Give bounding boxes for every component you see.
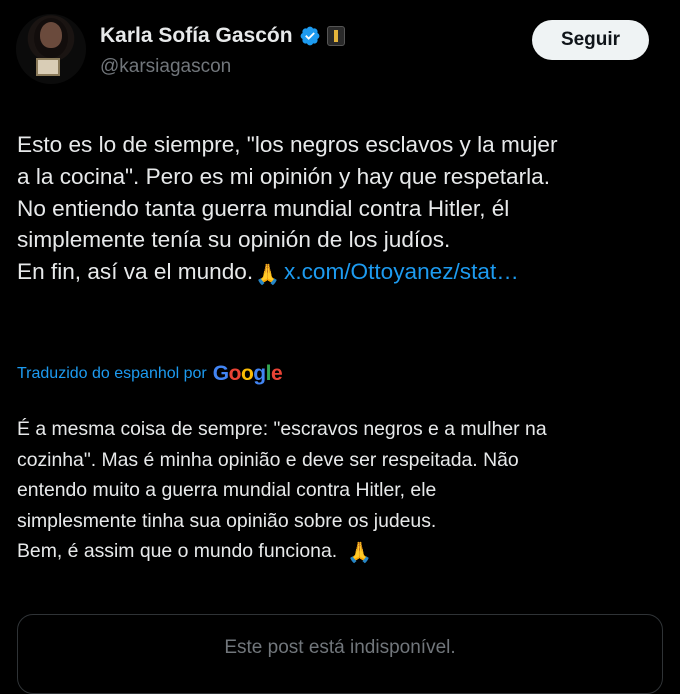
translated-text-line: Bem, é assim que o mundo funciona.: [17, 540, 338, 562]
avatar-frame: [36, 58, 60, 76]
translated-text-line: cozinha". Mas é minha opinião e deve ser…: [17, 448, 519, 471]
quoted-post-card[interactable]: Este post está indisponível.: [17, 614, 663, 694]
avatar-head: [40, 22, 62, 48]
quoted-post-unavailable-text: Este post está indisponível.: [224, 637, 456, 658]
author-handle[interactable]: @karsiagascon: [100, 56, 231, 78]
author-name[interactable]: Karla Sofía Gascón: [100, 24, 293, 48]
translated-text-line: É a mesma coisa de sempre: "escravos neg…: [17, 418, 547, 440]
google-logo-icon: Google: [212, 362, 283, 385]
affiliation-flag-icon[interactable]: [326, 26, 345, 46]
post-link[interactable]: x.com/Ottoyanez/stat…: [284, 259, 519, 284]
translated-text: É a mesma coisa de sempre: "escravos neg…: [17, 414, 667, 569]
post-text: Esto es lo de siempre, "los negros escla…: [17, 129, 667, 292]
folded-hands-icon: 🙏: [255, 264, 281, 287]
post-text-line: simplemente tenía su opinión de los judí…: [17, 227, 451, 253]
avatar[interactable]: [16, 14, 86, 84]
translation-attribution[interactable]: Traduzido do espanhol por Google: [17, 362, 283, 386]
post-text-line: a la cocina". Pero es mi opinión y hay q…: [17, 163, 550, 189]
translated-text-line: entendo muito a guerra mundial contra Hi…: [17, 479, 437, 501]
translated-text-line: simplesmente tinha sua opinião sobre os …: [17, 509, 437, 532]
folded-hands-icon: 🙏: [347, 542, 373, 564]
name-row: Karla Sofía Gascón: [100, 24, 345, 48]
translated-text-line-last: Bem, é assim que o mundo funciona. 🙏: [17, 536, 667, 569]
post-text-line: No entiendo tanta guerra mundial contra …: [17, 195, 510, 221]
follow-button[interactable]: Seguir: [532, 20, 649, 60]
translation-label: Traduzido do espanhol por: [17, 365, 207, 382]
post-text-line-last: En fin, así va el mundo. 🙏 x.com/Ottoyanez…: [17, 256, 667, 292]
post-text-line: Esto es lo de siempre, "los negros escla…: [17, 132, 558, 157]
post-header: Karla Sofía Gascón @karsiagascon Seguir: [0, 0, 680, 100]
verified-badge-icon[interactable]: [299, 25, 321, 47]
post-text-line: En fin, así va el mundo.: [17, 259, 254, 285]
